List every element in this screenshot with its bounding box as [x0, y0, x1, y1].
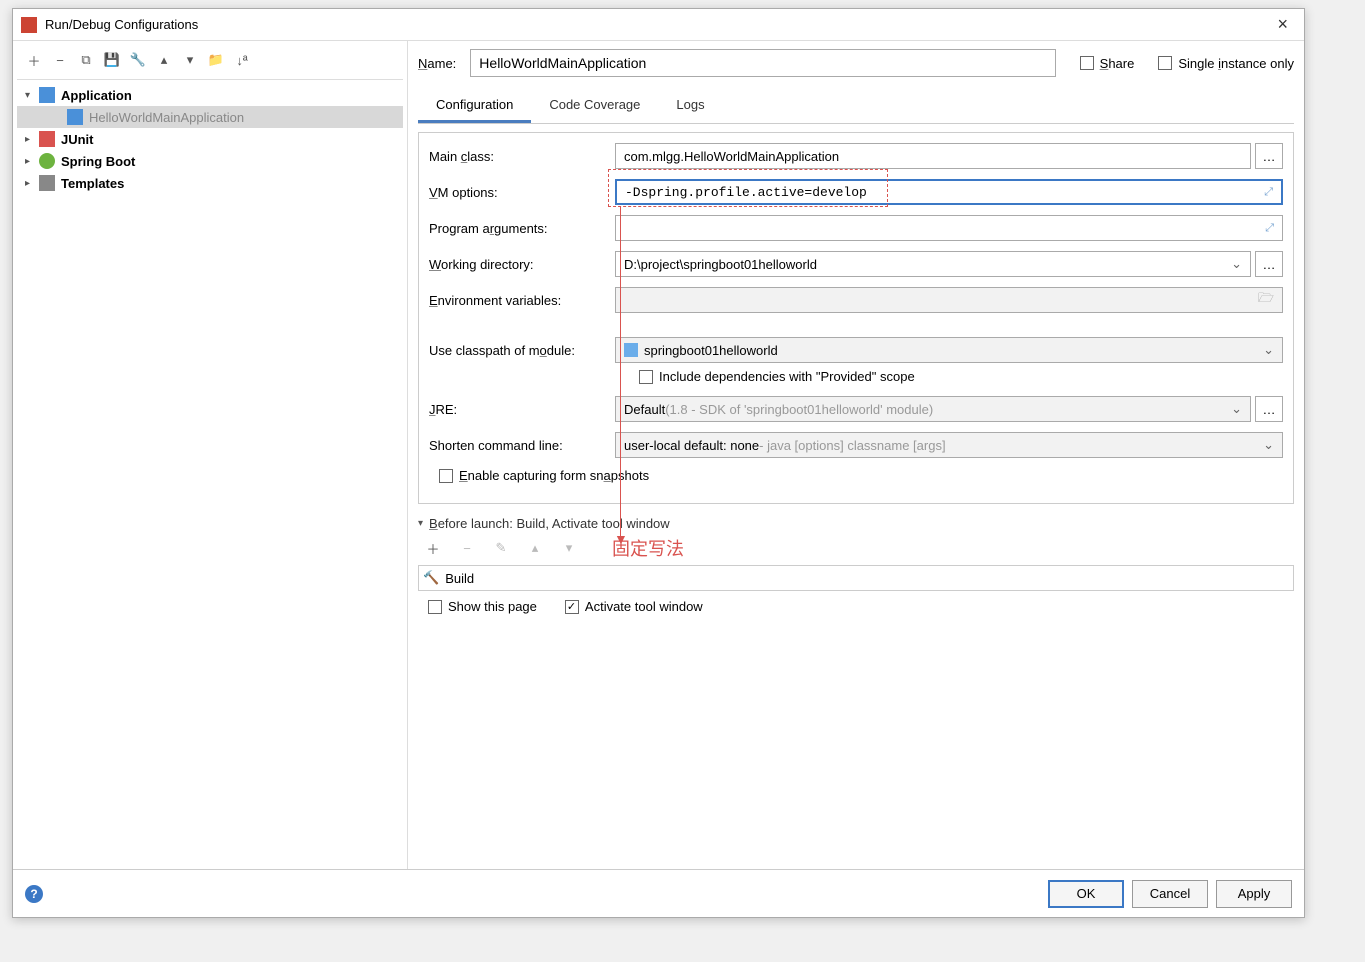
shorten-select[interactable]: user-local default: none - java [options…	[615, 432, 1283, 458]
config-form: Main class: com.mlgg.HelloWorldMainAppli…	[418, 132, 1294, 504]
folder-icon[interactable]: 🗁	[1258, 289, 1274, 311]
bl-edit-icon[interactable]: ✎	[490, 537, 512, 559]
chevron-down-icon: ⌄	[1263, 437, 1274, 453]
bl-add-icon[interactable]: ＋	[422, 537, 444, 559]
module-icon	[624, 343, 638, 357]
name-input[interactable]	[470, 49, 1055, 77]
vm-options-input[interactable]: -Dspring.profile.active=develop⤢	[615, 179, 1283, 205]
bl-remove-icon[interactable]: −	[456, 537, 478, 559]
dialog-footer: ? OK Cancel Apply	[13, 869, 1304, 917]
before-launch-header[interactable]: ▾ Before launch: Build, Activate tool wi…	[418, 516, 1294, 531]
include-provided-checkbox[interactable]: Include dependencies with "Provided" sco…	[639, 369, 1283, 384]
up-icon[interactable]: ▴	[153, 49, 175, 71]
expand-icon[interactable]: ⤢	[1265, 222, 1274, 235]
tree-item-helloworld[interactable]: HelloWorldMainApplication	[17, 106, 403, 128]
single-instance-checkbox[interactable]: Single instance only	[1158, 56, 1294, 71]
left-toolbar: ＋ − ⧉ 💾 🔧 ▴ ▾ 📁 ↓ª	[17, 49, 403, 80]
chevron-down-icon[interactable]: ⌄	[1231, 256, 1242, 272]
wrench-icon	[39, 175, 55, 191]
dialog-title: Run/Debug Configurations	[45, 17, 1269, 32]
application-icon	[39, 87, 55, 103]
tree-item-templates[interactable]: ▸ Templates	[17, 172, 403, 194]
dialog-window: Run/Debug Configurations × ＋ − ⧉ 💾 🔧 ▴ ▾…	[12, 8, 1305, 918]
env-vars-input[interactable]: 🗁	[615, 287, 1283, 313]
activate-window-checkbox[interactable]: Activate tool window	[565, 599, 703, 614]
build-icon: 🔨	[423, 570, 439, 586]
working-dir-input[interactable]: D:\project\springboot01helloworld⌄	[615, 251, 1251, 277]
spring-icon	[39, 153, 55, 169]
remove-icon[interactable]: −	[49, 49, 71, 71]
bl-down-icon[interactable]: ▾	[558, 537, 580, 559]
jre-select[interactable]: Default (1.8 - SDK of 'springboot01hello…	[615, 396, 1251, 422]
tab-logs[interactable]: Logs	[658, 89, 722, 123]
name-label: Name:	[418, 56, 456, 71]
sort-icon[interactable]: ↓ª	[231, 49, 253, 71]
application-icon	[67, 109, 83, 125]
share-checkbox[interactable]: Share	[1080, 56, 1135, 71]
save-icon[interactable]: 💾	[101, 49, 123, 71]
chevron-down-icon: ▾	[25, 90, 39, 101]
config-tree: ▾ Application HelloWorldMainApplication …	[17, 80, 403, 198]
working-dir-label: Working directory:	[429, 257, 615, 272]
program-args-label: Program arguments:	[429, 221, 615, 236]
tab-configuration[interactable]: Configuration	[418, 89, 531, 123]
shorten-label: Shorten command line:	[429, 438, 615, 453]
jre-browse-button[interactable]: …	[1255, 396, 1283, 422]
working-dir-browse-button[interactable]: …	[1255, 251, 1283, 277]
help-icon[interactable]: ?	[25, 885, 43, 903]
titlebar: Run/Debug Configurations ×	[13, 9, 1304, 41]
cancel-button[interactable]: Cancel	[1132, 880, 1208, 908]
env-vars-label: Environment variables:	[429, 293, 615, 308]
program-args-input[interactable]: ⤢	[615, 215, 1283, 241]
tab-code-coverage[interactable]: Code Coverage	[531, 89, 658, 123]
expand-icon[interactable]: ⤢	[1264, 186, 1273, 199]
tree-item-springboot[interactable]: ▸ Spring Boot	[17, 150, 403, 172]
main-class-browse-button[interactable]: …	[1255, 143, 1283, 169]
before-launch-section: ▾ Before launch: Build, Activate tool wi…	[418, 516, 1294, 614]
bl-up-icon[interactable]: ▴	[524, 537, 546, 559]
annotation-text: 固定写法	[612, 535, 684, 561]
jre-label: JRE:	[429, 402, 615, 417]
list-item[interactable]: 🔨 Build	[423, 570, 1289, 586]
annotation-arrow	[620, 207, 621, 537]
tabs: Configuration Code Coverage Logs	[418, 89, 1294, 124]
right-panel: Name: Share Single instance only Configu…	[408, 41, 1304, 869]
before-launch-list: 🔨 Build	[418, 565, 1294, 591]
close-icon[interactable]: ×	[1269, 14, 1296, 35]
enable-snapshots-checkbox[interactable]: Enable capturing form snapshots	[439, 468, 649, 483]
classpath-select[interactable]: springboot01helloworld⌄	[615, 337, 1283, 363]
chevron-right-icon: ▸	[25, 156, 39, 167]
vm-options-label: VM options:	[429, 185, 615, 200]
apply-button[interactable]: Apply	[1216, 880, 1292, 908]
tree-item-junit[interactable]: ▸ JUnit	[17, 128, 403, 150]
ok-button[interactable]: OK	[1048, 880, 1124, 908]
chevron-down-icon: ⌄	[1231, 401, 1242, 417]
add-icon[interactable]: ＋	[23, 49, 45, 71]
classpath-label: Use classpath of module:	[429, 343, 615, 358]
chevron-down-icon: ⌄	[1263, 342, 1274, 358]
wrench-icon[interactable]: 🔧	[127, 49, 149, 71]
chevron-right-icon: ▸	[25, 178, 39, 189]
down-icon[interactable]: ▾	[179, 49, 201, 71]
folder-icon[interactable]: 📁	[205, 49, 227, 71]
chevron-down-icon: ▾	[418, 518, 423, 529]
intellij-icon	[21, 17, 37, 33]
show-page-checkbox[interactable]: Show this page	[428, 599, 537, 614]
chevron-right-icon: ▸	[25, 134, 39, 145]
left-panel: ＋ − ⧉ 💾 🔧 ▴ ▾ 📁 ↓ª ▾ Application	[13, 41, 408, 869]
main-class-input[interactable]: com.mlgg.HelloWorldMainApplication	[615, 143, 1251, 169]
tree-item-application[interactable]: ▾ Application	[17, 84, 403, 106]
copy-icon[interactable]: ⧉	[75, 49, 97, 71]
main-class-label: Main class:	[429, 149, 615, 164]
junit-icon	[39, 131, 55, 147]
